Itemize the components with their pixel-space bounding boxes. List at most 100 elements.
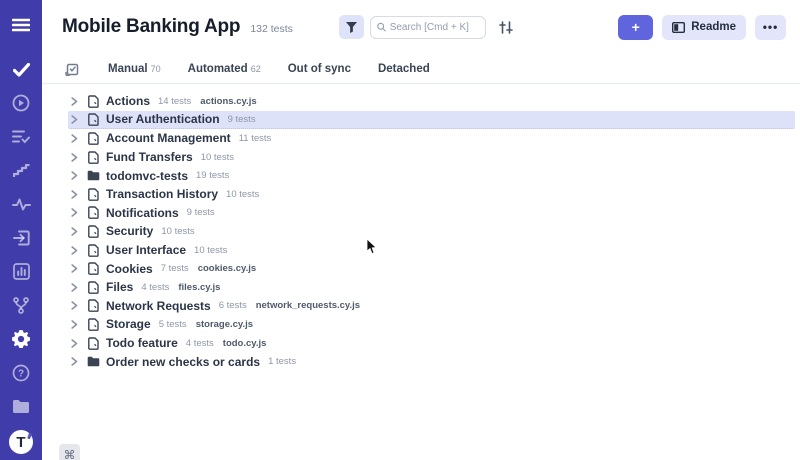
chevron-right-icon[interactable] (71, 320, 81, 329)
suite-test-count: 5 tests (159, 319, 187, 330)
chevron-right-icon[interactable] (71, 97, 81, 106)
suite-row[interactable]: Security 10 tests (68, 222, 795, 241)
suite-type-icon (87, 151, 100, 164)
search-input[interactable] (390, 22, 479, 33)
chevron-right-icon[interactable] (71, 301, 81, 310)
suite-type-icon (87, 113, 100, 126)
more-button[interactable]: ••• (755, 15, 786, 40)
file-icon (88, 244, 99, 257)
suite-type-icon (87, 337, 100, 350)
suite-row[interactable]: Transaction History 10 tests (68, 185, 795, 204)
suite-name: Actions (106, 94, 150, 108)
filter-button[interactable] (339, 15, 364, 39)
list-check-icon[interactable] (11, 127, 31, 147)
bulk-select-icon[interactable] (65, 62, 79, 76)
suite-test-count: 9 tests (228, 114, 256, 125)
chevron-right-icon[interactable] (71, 190, 81, 199)
suite-name: Cookies (106, 262, 153, 276)
chevron-right-icon[interactable] (71, 171, 81, 180)
keyboard-shortcut-button[interactable]: ⌘ (59, 444, 80, 460)
suite-test-count: 7 tests (161, 263, 189, 274)
suite-row[interactable]: Account Management 11 tests (68, 129, 795, 148)
suite-row[interactable]: Storage 5 tests storage.cy.js (68, 315, 795, 334)
suite-test-count: 1 tests (268, 356, 296, 367)
suite-row[interactable]: todomvc-tests 19 tests (68, 166, 795, 185)
suite-name: Account Management (106, 131, 231, 145)
branch-icon[interactable] (11, 296, 31, 316)
tab-manual[interactable]: Manual 70 (108, 63, 161, 75)
chevron-right-icon[interactable] (71, 283, 81, 292)
suite-row[interactable]: Order new checks or cards 1 tests (68, 352, 795, 371)
sliders-icon (499, 21, 513, 34)
search-box[interactable] (370, 16, 486, 39)
folder-icon (87, 170, 100, 181)
folder-icon[interactable] (11, 397, 31, 417)
suite-test-count: 4 tests (186, 338, 214, 349)
suite-row[interactable]: Notifications 9 tests (68, 204, 795, 223)
suite-row[interactable]: Files 4 tests files.cy.js (68, 278, 795, 297)
page-title: Mobile Banking App (62, 16, 240, 38)
play-circle-icon[interactable] (11, 93, 31, 113)
suite-test-count: 19 tests (196, 170, 229, 181)
sign-in-icon[interactable] (11, 228, 31, 248)
tab-out-of-sync[interactable]: Out of sync (288, 63, 351, 75)
suite-type-icon (87, 206, 100, 219)
readme-label: Readme (691, 21, 736, 33)
chevron-right-icon[interactable] (71, 227, 81, 236)
chevron-right-icon[interactable] (71, 153, 81, 162)
suite-row[interactable]: Todo feature 4 tests todo.cy.js (68, 334, 795, 353)
chevron-right-icon[interactable] (71, 357, 81, 366)
file-icon (88, 299, 99, 312)
suite-type-icon (87, 188, 100, 201)
activity-icon[interactable] (11, 195, 31, 215)
file-icon (88, 188, 99, 201)
bar-chart-icon[interactable] (11, 262, 31, 282)
suite-test-count: 4 tests (141, 282, 169, 293)
chevron-right-icon[interactable] (71, 208, 81, 217)
search-icon (377, 22, 386, 32)
chevron-right-icon[interactable] (71, 246, 81, 255)
suite-row[interactable]: Network Requests 6 tests network_request… (68, 297, 795, 316)
gear-icon[interactable] (11, 329, 31, 349)
suite-file-name: network_requests.cy.js (256, 300, 360, 311)
suite-row[interactable]: Fund Transfers 10 tests (68, 148, 795, 167)
check-icon[interactable] (11, 60, 31, 80)
suite-name: Notifications (106, 206, 179, 220)
tab-label: Automated (188, 63, 248, 75)
add-button[interactable]: + (618, 15, 653, 40)
suite-type-icon (87, 225, 100, 238)
suite-name: Network Requests (106, 299, 211, 313)
file-icon (88, 281, 99, 294)
chevron-right-icon[interactable] (71, 264, 81, 273)
app-logo[interactable]: T (9, 430, 33, 454)
suite-file-name: storage.cy.js (196, 319, 253, 330)
menu-icon[interactable] (11, 15, 31, 35)
steps-icon[interactable] (11, 161, 31, 181)
tab-automated[interactable]: Automated 62 (188, 63, 261, 75)
tests-count: 132 tests (250, 23, 293, 35)
file-icon (88, 225, 99, 238)
readme-button[interactable]: Readme (662, 15, 746, 40)
chevron-right-icon[interactable] (71, 134, 81, 143)
suite-type-icon (87, 95, 100, 108)
suite-type-icon (87, 299, 100, 312)
help-icon[interactable]: ? (11, 363, 31, 383)
suite-test-count: 10 tests (201, 152, 234, 163)
suite-type-icon (87, 244, 100, 257)
file-icon (88, 318, 99, 331)
chevron-right-icon[interactable] (71, 339, 81, 348)
suite-type-icon (87, 170, 100, 181)
sliders-button[interactable] (496, 17, 516, 37)
tab-label: Detached (378, 63, 430, 75)
project-header: Mobile Banking App 132 tests + Readme ••… (42, 0, 800, 54)
suite-row[interactable]: User Authentication 9 tests (68, 111, 795, 130)
file-icon (88, 262, 99, 275)
suite-row[interactable]: Actions 14 tests actions.cy.js (68, 92, 795, 111)
suite-row[interactable]: Cookies 7 tests cookies.cy.js (68, 259, 795, 278)
suite-name: Transaction History (106, 187, 218, 201)
file-icon (88, 95, 99, 108)
file-icon (88, 132, 99, 145)
suite-row[interactable]: User Interface 10 tests (68, 241, 795, 260)
tab-detached[interactable]: Detached (378, 63, 430, 75)
chevron-right-icon[interactable] (71, 115, 81, 124)
